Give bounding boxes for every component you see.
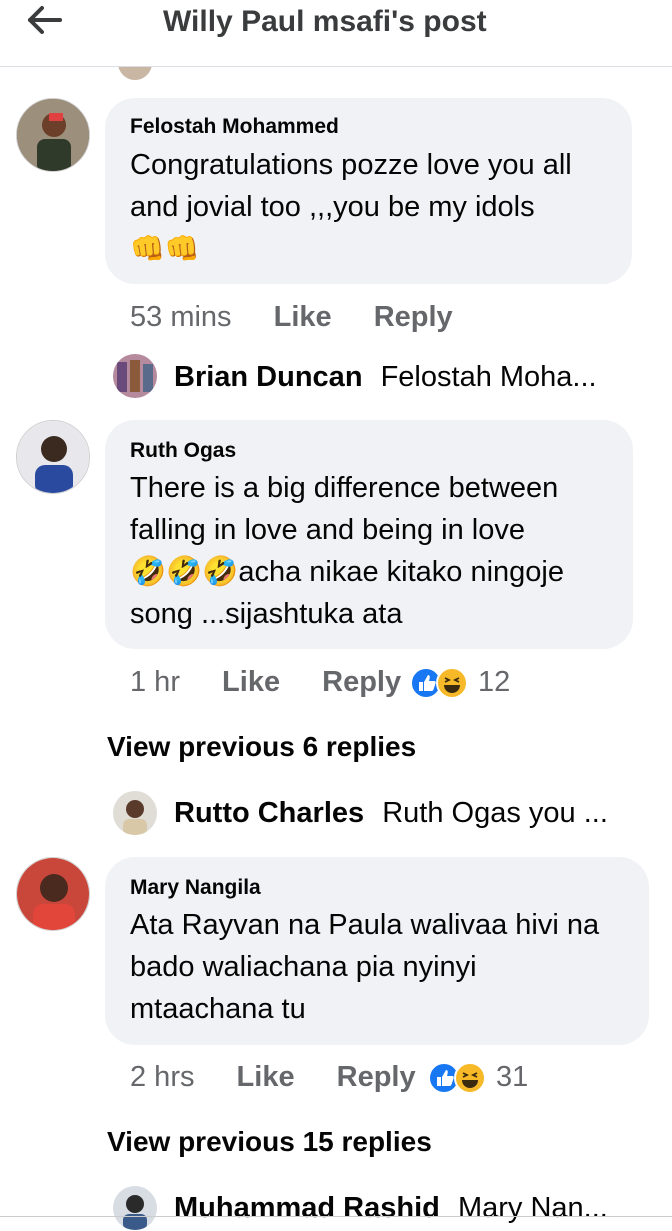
comment-line: 🤣🤣🤣acha nikae kitako ningoje bbox=[130, 556, 564, 588]
back-button[interactable] bbox=[26, 4, 66, 36]
comment-text: There is a big difference between fallin… bbox=[130, 467, 564, 635]
comment-meta: 53 mins Like Reply bbox=[130, 301, 453, 334]
post-header: Willy Paul msafi's post bbox=[0, 0, 672, 67]
reply-author[interactable]: Brian Duncan bbox=[174, 361, 363, 393]
divider bbox=[0, 1216, 672, 1217]
like-button[interactable]: Like bbox=[222, 666, 280, 698]
view-previous-replies[interactable]: View previous 6 replies bbox=[107, 731, 416, 763]
fist-emoji: 👊👊 bbox=[130, 233, 200, 264]
avatar[interactable] bbox=[16, 420, 90, 494]
comment-time: 2 hrs bbox=[130, 1061, 195, 1093]
comment-author[interactable]: Mary Nangila bbox=[130, 876, 261, 900]
comment-time: 53 mins bbox=[130, 301, 232, 333]
reactions[interactable]: 31 bbox=[428, 1061, 528, 1094]
haha-reaction-icon bbox=[436, 666, 468, 699]
reactions[interactable]: 12 bbox=[410, 666, 510, 699]
reaction-count: 12 bbox=[478, 666, 511, 698]
comment-text: Ata Rayvan na Paula walivaa hivi na bado… bbox=[130, 904, 599, 1030]
comment-author[interactable]: Felostah Mohammed bbox=[130, 115, 339, 139]
reply-button[interactable]: Reply bbox=[337, 1061, 416, 1093]
haha-reaction-icon bbox=[454, 1061, 486, 1094]
like-button[interactable]: Like bbox=[274, 301, 332, 333]
reaction-count: 31 bbox=[496, 1061, 529, 1093]
avatar[interactable] bbox=[16, 857, 90, 931]
comment-text: Congratulations pozze love you all and j… bbox=[130, 144, 572, 270]
comment-line: Ata Rayvan na Paula walivaa hivi na bbox=[130, 909, 600, 941]
reply-text: Felostah Moha... bbox=[380, 361, 597, 393]
reply-author[interactable]: Muhammad Rashid bbox=[174, 1192, 440, 1224]
reply-preview[interactable]: Muhammad Rashid Mary Nan... bbox=[174, 1192, 608, 1225]
comment-meta: 1 hr Like Reply bbox=[130, 666, 401, 699]
reply-text: Mary Nan... bbox=[457, 1192, 608, 1224]
comment-meta: 2 hrs Like Reply bbox=[130, 1061, 416, 1094]
avatar[interactable] bbox=[16, 98, 90, 172]
comment-line: and jovial too ,,,you be my idols bbox=[130, 191, 535, 223]
arrow-left-icon bbox=[28, 6, 62, 34]
comment-line: bado waliachana pia nyinyi bbox=[130, 951, 477, 983]
comment-line: Congratulations pozze love you all bbox=[130, 149, 572, 181]
comment-line: There is a big difference between bbox=[130, 472, 559, 504]
like-button[interactable]: Like bbox=[237, 1061, 295, 1093]
reply-text: Ruth Ogas you ... bbox=[382, 797, 608, 829]
avatar[interactable] bbox=[113, 354, 157, 398]
comment-line: falling in love and being in love bbox=[130, 514, 525, 546]
reply-preview[interactable]: Brian Duncan Felostah Moha... bbox=[174, 361, 597, 394]
reply-preview[interactable]: Rutto Charles Ruth Ogas you ... bbox=[174, 797, 608, 830]
comment-author[interactable]: Ruth Ogas bbox=[130, 439, 236, 463]
reply-button[interactable]: Reply bbox=[374, 301, 453, 333]
comment-time: 1 hr bbox=[130, 666, 180, 698]
page-title: Willy Paul msafi's post bbox=[163, 5, 487, 38]
comment-line: mtaachana tu bbox=[130, 993, 306, 1025]
reply-author[interactable]: Rutto Charles bbox=[174, 797, 364, 829]
comment-line: song ...sijashtuka ata bbox=[130, 598, 403, 630]
avatar[interactable] bbox=[113, 1186, 157, 1230]
view-previous-replies[interactable]: View previous 15 replies bbox=[107, 1126, 432, 1158]
avatar[interactable] bbox=[113, 791, 157, 835]
reply-button[interactable]: Reply bbox=[322, 666, 401, 698]
